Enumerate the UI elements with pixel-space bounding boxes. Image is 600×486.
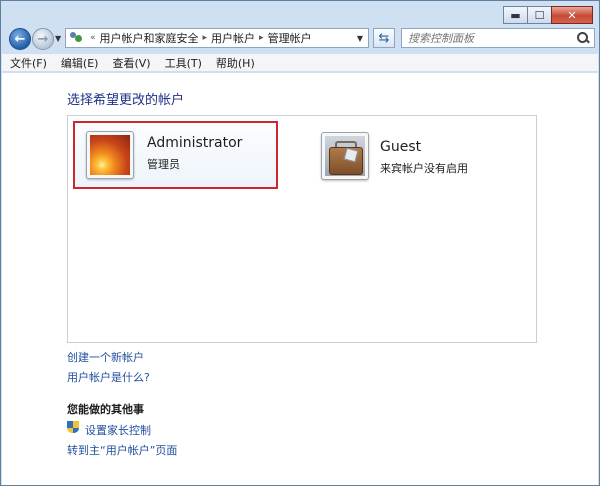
main-user-accounts-page-link[interactable]: 转到主“用户帐户”页面 [67,442,177,458]
breadcrumb-separator-icon[interactable]: ▸ [203,33,208,43]
breadcrumb-overflow[interactable]: « [90,33,96,43]
shield-icon [67,421,79,435]
menu-edit[interactable]: 编辑(E) [61,55,99,71]
recent-pages-dropdown-icon[interactable]: ▼ [55,34,61,43]
account-tile-guest[interactable]: Guest 来宾帐户没有启用 [318,124,518,192]
address-dropdown-icon[interactable]: ▼ [357,34,363,43]
navigation-bar: ← → ▼ « 用户帐户和家庭安全 ▸ 用户帐户 ▸ 管理帐户 ▼ ⇆ [7,28,595,50]
breadcrumb-manage-accounts[interactable]: 管理帐户 [268,30,312,46]
menu-help[interactable]: 帮助(H) [216,55,255,71]
other-tasks-heading: 您能做的其他事 [67,403,144,416]
breadcrumb-user-accounts-family-safety[interactable]: 用户帐户和家庭安全 [100,30,199,46]
refresh-button[interactable]: ⇆ [373,28,395,48]
account-picture [321,132,369,180]
account-tile-administrator[interactable]: Administrator 管理员 [73,121,278,189]
minimize-button[interactable]: ▬ [503,6,528,24]
address-bar[interactable]: « 用户帐户和家庭安全 ▸ 用户帐户 ▸ 管理帐户 ▼ [65,28,369,48]
forward-button[interactable]: → [32,28,54,50]
account-picture [86,131,134,179]
menu-bar: 文件(F) 编辑(E) 查看(V) 工具(T) 帮助(H) [2,54,598,72]
breadcrumb-separator-icon[interactable]: ▸ [259,33,264,43]
briefcase-icon [325,136,365,176]
close-button[interactable]: ✕ [551,6,593,24]
breadcrumb-user-accounts[interactable]: 用户帐户 [211,30,255,46]
account-status: 来宾帐户没有启用 [380,162,468,175]
menu-view[interactable]: 查看(V) [112,55,150,71]
main-content: 选择希望更改的帐户 Administrator 管理员 Guest 来宾帐户没有… [2,73,598,485]
menu-file[interactable]: 文件(F) [10,55,47,71]
parental-controls-link[interactable]: 设置家长控制 [85,422,151,438]
refresh-icon: ⇆ [378,30,390,46]
menu-tools[interactable]: 工具(T) [165,55,202,71]
maximize-button[interactable]: ☐ [527,6,552,24]
back-button[interactable]: ← [9,28,31,50]
caption-buttons: ▬ ☐ ✕ [503,6,593,24]
what-is-account-link[interactable]: 用户帐户是什么? [67,369,150,385]
page-title: 选择希望更改的帐户 [67,93,185,108]
search-input[interactable] [402,30,570,46]
account-type: 管理员 [147,158,180,171]
search-icon[interactable] [577,32,590,44]
accounts-panel: Administrator 管理员 Guest 来宾帐户没有启用 [67,115,537,343]
account-name: Administrator [147,135,243,151]
explorer-window: ▬ ☐ ✕ ← → ▼ « 用户帐户和家庭安全 ▸ 用户帐户 ▸ 管理帐户 ▼ … [0,0,600,486]
account-name: Guest [380,139,422,155]
search-box[interactable] [401,28,595,48]
users-icon [69,32,83,44]
orange-flower-icon [90,135,130,175]
create-account-link[interactable]: 创建一个新帐户 [67,349,144,365]
